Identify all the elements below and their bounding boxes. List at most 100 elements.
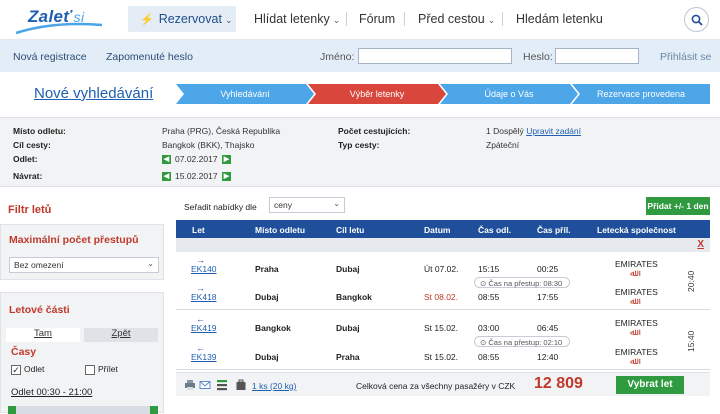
- search-button[interactable]: [684, 7, 709, 32]
- departure-label: Odlet:: [13, 154, 38, 164]
- nav-seek-ticket[interactable]: Hledám letenku: [516, 12, 603, 26]
- step-search[interactable]: Vyhledávání: [176, 84, 314, 104]
- flight-parts-title: Letové části: [9, 304, 70, 316]
- password-field[interactable]: [555, 48, 639, 64]
- passengers-label: Počet cestujících:: [338, 126, 411, 136]
- step-reservation-done: Rezervace provedena: [572, 84, 710, 104]
- nav-before-travel[interactable]: Před cestou ⌄: [418, 12, 495, 26]
- emirates-logo-icon: ﷲ: [630, 296, 636, 306]
- destination-value: Bangkok (BKK), Thajsko: [162, 140, 255, 150]
- origin-label: Místo odletu:: [13, 126, 66, 136]
- return-group: ← EK419 Bangkok Dubaj St 15.02. 03:00 06…: [176, 312, 710, 370]
- close-offer-button[interactable]: X: [697, 239, 704, 250]
- chevron-down-icon: ⌄: [224, 15, 233, 25]
- filter-title: Filtr letů: [8, 204, 52, 216]
- departure-range: Odlet 00:30 - 21:00: [11, 387, 93, 398]
- sort-value: ceny: [274, 200, 292, 210]
- row-date: Út 07.02.: [424, 264, 459, 274]
- booking-steps: Vyhledávání Výběr letenky Údaje o Vás Re…: [176, 84, 710, 104]
- flight-number-link[interactable]: EK418: [191, 292, 217, 302]
- times-title: Časy: [11, 346, 37, 358]
- password-label: Heslo:: [523, 51, 553, 63]
- luggage-icon: [236, 379, 246, 390]
- trip-duration: 20:40: [686, 270, 696, 292]
- row-date: St 08.02.: [424, 292, 459, 302]
- new-search-link[interactable]: Nové vyhledávání: [34, 85, 153, 102]
- next-date-arrow-icon[interactable]: ▶: [222, 172, 231, 181]
- zaletsi-logo[interactable]: Zaleť si: [14, 5, 104, 35]
- airline-name: EMIRATES: [615, 318, 658, 328]
- departure-checkbox[interactable]: ✓: [11, 365, 21, 375]
- login-button[interactable]: Přihlásit se: [660, 51, 711, 63]
- results-table-header: Let Místo odletu Cíl letu Datum Čas odl.…: [176, 220, 710, 238]
- username-field[interactable]: [358, 48, 512, 64]
- row-departure: 15:15: [478, 264, 500, 274]
- trip-summary: Místo odletu: Praha (PRG), Česká Republi…: [0, 117, 720, 187]
- nav-forum[interactable]: Fórum: [359, 12, 395, 26]
- row-destination: Praha: [336, 352, 360, 362]
- print-icon[interactable]: [184, 379, 196, 391]
- step-label: Výběr letenky: [349, 89, 405, 99]
- nav-reserve-button[interactable]: ⚡ Rezervovat ⌄: [128, 6, 236, 32]
- max-transfers-panel: Maximální počet přestupů Bez omezení ⌄: [0, 224, 164, 280]
- email-icon[interactable]: [199, 379, 211, 391]
- emirates-logo-icon: ﷲ: [630, 356, 636, 366]
- return-label: Návrat:: [13, 171, 43, 181]
- flight-number-link[interactable]: EK140: [191, 264, 217, 274]
- login-bar: Nová registrace Zapomenuté heslo Jméno: …: [0, 40, 720, 72]
- forgot-password-link[interactable]: Zapomenuté heslo: [106, 51, 193, 63]
- add-day-button[interactable]: Přidat +/- 1 den: [646, 197, 710, 215]
- tab-outbound[interactable]: Tam: [6, 328, 80, 342]
- offer-footer: 1 ks (20 kg) Celková cena za všechny pas…: [176, 372, 710, 396]
- register-link[interactable]: Nová registrace: [13, 51, 87, 63]
- select-flight-button[interactable]: Vybrat let: [616, 376, 684, 394]
- baggage-link[interactable]: 1 ks (20 kg): [252, 381, 296, 391]
- transfer-time-text: Čas na přestup: 08:30: [488, 279, 563, 288]
- max-transfers-value: Bez omezení: [14, 260, 64, 270]
- nav-before-label: Před cestou: [418, 12, 485, 26]
- flight-number-link[interactable]: EK139: [191, 352, 217, 362]
- row-arrival: 00:25: [537, 264, 559, 274]
- col-flight: Let: [192, 225, 205, 235]
- results-subheader: X: [176, 238, 710, 252]
- top-navigation: Zaleť si ⚡ Rezervovat ⌄ Hlídat letenky ⌄ Fór…: [0, 0, 720, 40]
- arrival-checkbox[interactable]: [85, 365, 95, 375]
- prev-date-arrow-icon[interactable]: ◀: [162, 155, 171, 164]
- emirates-logo-icon: ﷲ: [630, 327, 636, 337]
- prev-date-arrow-icon[interactable]: ◀: [162, 172, 171, 181]
- trip-type-value: Zpáteční: [486, 140, 520, 150]
- tab-return[interactable]: Zpět: [84, 328, 158, 342]
- row-departure: 08:55: [478, 292, 500, 302]
- details-icon[interactable]: [216, 379, 228, 391]
- airline-name: EMIRATES: [615, 259, 658, 269]
- row-departure: 03:00: [478, 323, 500, 333]
- outbound-group: → EK140 Praha Dubaj Út 07.02. 15:15 00:2…: [176, 252, 710, 310]
- nav-find-label: Hlídat letenky: [254, 12, 330, 26]
- flight-number-link[interactable]: EK419: [191, 323, 217, 333]
- trip-duration: 15:40: [686, 330, 696, 352]
- search-icon: [691, 14, 703, 26]
- sort-select[interactable]: ceny ⌄: [269, 197, 345, 213]
- row-destination: Dubaj: [336, 323, 360, 333]
- step-label: Rezervace provedena: [596, 89, 686, 99]
- max-transfers-select[interactable]: Bez omezení ⌄: [9, 257, 159, 273]
- nav-find-tickets[interactable]: Hlídat letenky ⌄: [254, 12, 340, 26]
- chevron-down-icon: ⌄: [147, 259, 154, 268]
- chevron-down-icon: ⌄: [487, 15, 496, 25]
- return-date: 15.02.2017: [175, 171, 218, 181]
- emirates-logo-icon: ﷲ: [630, 268, 636, 278]
- transfer-time-badge: ⊙ Čas na přestup: 08:30: [474, 277, 570, 288]
- chevron-down-icon: ⌄: [332, 15, 341, 25]
- chevron-down-icon: ⌄: [333, 199, 340, 208]
- nav-reserve-label: Rezervovat: [158, 12, 222, 26]
- col-date: Datum: [424, 225, 451, 235]
- row-arrival: 06:45: [537, 323, 559, 333]
- edit-search-link[interactable]: Upravit zadání: [526, 126, 581, 136]
- total-price-label: Celková cena za všechny pasažéry v CZK: [356, 381, 516, 391]
- row-departure: 08:55: [478, 352, 500, 362]
- trip-type-label: Typ cesty:: [338, 140, 380, 150]
- col-departure-time: Čas odl.: [478, 225, 512, 235]
- next-date-arrow-icon[interactable]: ▶: [222, 155, 231, 164]
- col-airline: Letecká společnost: [597, 225, 676, 235]
- col-origin: Místo odletu: [255, 225, 306, 235]
